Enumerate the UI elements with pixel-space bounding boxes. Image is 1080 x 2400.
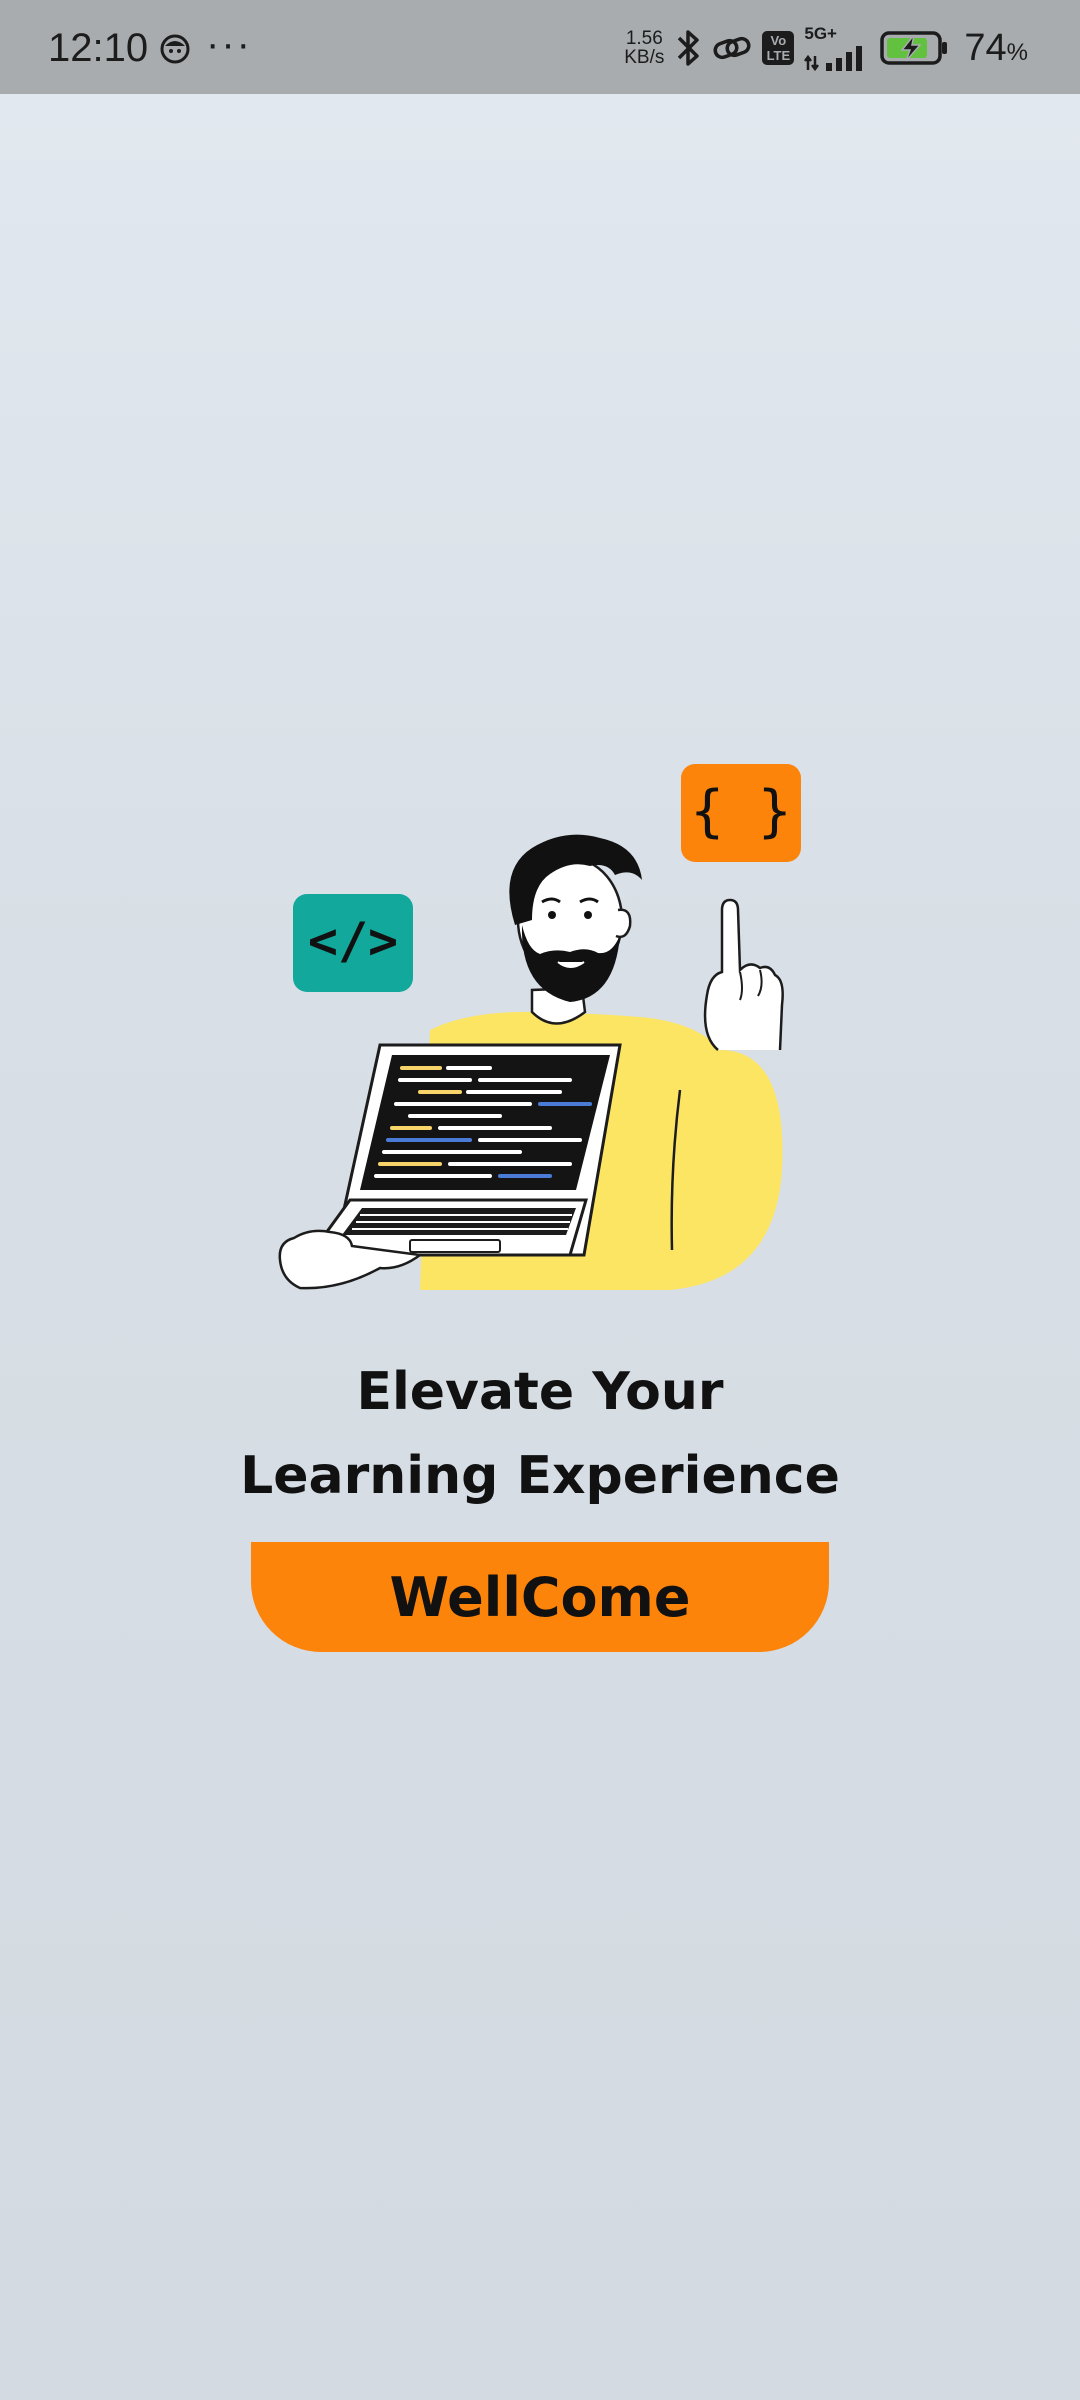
braces-badge: { }: [681, 764, 801, 862]
status-indicators: 1.56 KB/s Vo LTE 5G+ 74%: [624, 20, 1028, 76]
welcome-button[interactable]: WellCome: [251, 1542, 829, 1652]
headline-line-1: Elevate Your: [356, 1362, 724, 1422]
status-time: 12:10: [48, 26, 149, 70]
headline-line-2: Learning Experience: [240, 1446, 840, 1506]
app-notification-icon: [160, 34, 190, 64]
net-speed: 1.56 KB/s: [624, 29, 664, 67]
headline: Elevate Your Learning Experience: [0, 1350, 1080, 1518]
code-tag-badge: </>: [293, 894, 413, 992]
developer-illustration: </> { }: [278, 764, 801, 1290]
link-icon: [713, 36, 751, 60]
volte-label: Vo LTE: [766, 33, 791, 63]
status-bar: 12:10 ··· 1.56 KB/s Vo LTE 5G+ 74%: [0, 0, 1080, 94]
code-tag-badge-text: </>: [308, 912, 398, 970]
battery-percent-value: 74: [964, 26, 1007, 69]
battery-percent-sign: %: [1006, 38, 1028, 66]
network-type: 5G+: [804, 24, 837, 43]
laptop: [307, 1043, 622, 1257]
bluetooth-icon: [678, 30, 700, 66]
battery-percent: 74%: [964, 27, 1028, 70]
raised-hand: [703, 898, 784, 1051]
net-speed-value: 1.56: [625, 28, 663, 49]
net-speed-unit: KB/s: [624, 47, 665, 68]
signal-icon: 5G+: [804, 24, 870, 72]
volte-icon: Vo LTE: [762, 31, 795, 65]
braces-badge-text: { }: [690, 779, 791, 844]
developer-head: [509, 834, 642, 1002]
more-notifications-icon: ···: [206, 22, 252, 66]
battery-charging-icon: [880, 31, 948, 65]
